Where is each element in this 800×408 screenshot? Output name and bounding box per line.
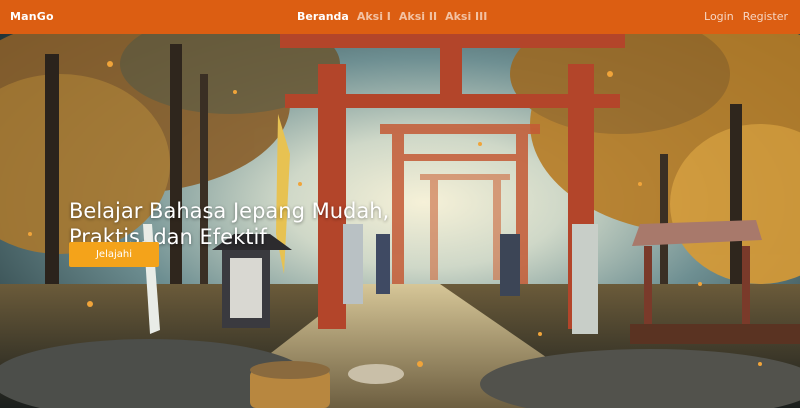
nav-item-beranda[interactable]: Beranda	[297, 10, 349, 23]
explore-button[interactable]: Jelajahi	[69, 242, 159, 267]
nav-item-aksi-2[interactable]: Aksi II	[399, 10, 437, 23]
register-link[interactable]: Register	[743, 10, 788, 23]
brand-logo[interactable]: ManGo	[10, 10, 54, 23]
login-link[interactable]: Login	[704, 10, 734, 23]
auth-links: Login Register	[704, 10, 788, 23]
nav-item-aksi-3[interactable]: Aksi III	[445, 10, 487, 23]
hero-section: Belajar Bahasa Jepang Mudah, Praktis, da…	[0, 34, 800, 408]
nav-item-aksi-1[interactable]: Aksi I	[357, 10, 391, 23]
main-nav: Beranda Aksi I Aksi II Aksi III	[297, 10, 487, 23]
navbar: ManGo Beranda Aksi I Aksi II Aksi III Lo…	[0, 0, 800, 34]
